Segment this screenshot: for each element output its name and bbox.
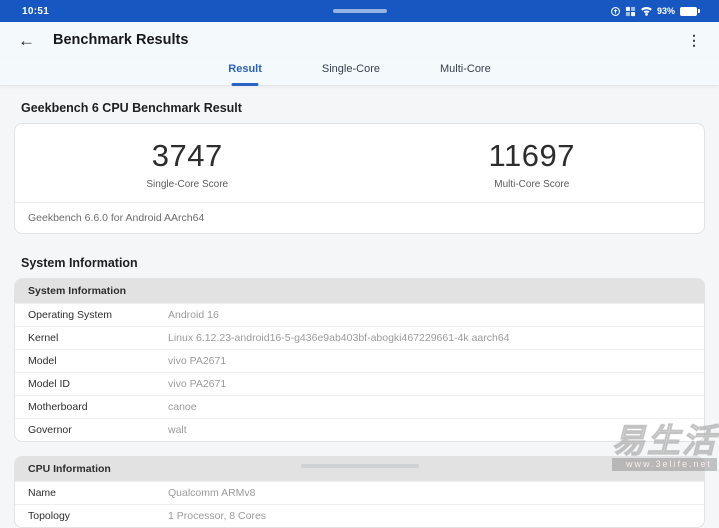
- tab-bar: Result Single-Core Multi-Core: [0, 58, 719, 86]
- page-title: Benchmark Results: [53, 32, 189, 48]
- row-label: Topology: [28, 510, 71, 522]
- system-info-table: System Information Operating System Andr…: [14, 278, 705, 442]
- multi-core-score-label: Multi-Core Score: [494, 179, 570, 190]
- active-tab-underline: [231, 83, 259, 86]
- row-label: Name: [28, 487, 57, 499]
- geekbench-version: Geekbench 6.6.0 for Android AArch64: [15, 202, 704, 233]
- tab-multi-core[interactable]: Multi-Core: [440, 58, 491, 75]
- row-label: Operating System: [28, 309, 113, 321]
- table-row: Model vivo PA2671: [15, 349, 704, 372]
- tab-single-core-label: Single-Core: [321, 63, 380, 75]
- row-label: Model: [28, 355, 57, 367]
- table-row: Operating System Android 16: [15, 303, 704, 326]
- result-section-heading: Geekbench 6 CPU Benchmark Result: [21, 101, 242, 115]
- row-value: vivo PA2671: [168, 378, 227, 390]
- table-row: Topology 1 Processor, 8 Cores: [15, 504, 704, 527]
- row-value: Linux 6.12.23-android16-5-g436e9ab403bf-…: [168, 332, 510, 344]
- overflow-menu-icon[interactable]: ⋮: [687, 32, 701, 49]
- row-value: vivo PA2671: [168, 355, 227, 367]
- system-section-heading: System Information: [21, 256, 138, 270]
- tab-multi-core-label: Multi-Core: [439, 63, 491, 75]
- status-bar: 10:51 93%: [0, 0, 719, 22]
- tab-result[interactable]: Result: [228, 58, 262, 86]
- row-label: Governor: [28, 424, 72, 436]
- single-core-score-block: 3747 Single-Core Score: [15, 138, 360, 190]
- table-row: Motherboard canoe: [15, 395, 704, 418]
- dual-sim-signal-icon: [625, 6, 636, 17]
- tab-result-label: Result: [228, 63, 262, 75]
- app-header: ← Benchmark Results ⋮: [0, 22, 719, 58]
- table-title: CPU Information: [15, 457, 704, 481]
- battery-percent: 93%: [656, 6, 675, 16]
- battery-icon: [680, 6, 700, 16]
- clock: 10:51: [22, 5, 50, 17]
- row-label: Motherboard: [28, 401, 88, 413]
- row-value: walt: [168, 424, 187, 436]
- table-row: Kernel Linux 6.12.23-android16-5-g436e9a…: [15, 326, 704, 349]
- single-core-score-label: Single-Core Score: [146, 179, 229, 190]
- row-value: Qualcomm ARMv8: [168, 487, 256, 499]
- score-card: 3747 Single-Core Score 11697 Multi-Core …: [14, 123, 705, 234]
- gesture-nav-handle[interactable]: [300, 464, 419, 468]
- row-label: Kernel: [28, 332, 59, 344]
- back-arrow-icon[interactable]: ←: [18, 32, 35, 49]
- table-row: Governor walt: [15, 418, 704, 441]
- tab-single-core[interactable]: Single-Core: [322, 58, 380, 75]
- row-value: 1 Processor, 8 Cores: [168, 510, 267, 522]
- data-saver-icon: [610, 6, 621, 17]
- row-value: canoe: [168, 401, 197, 413]
- single-core-score-value: 3747: [151, 138, 223, 173]
- table-title: System Information: [15, 279, 704, 303]
- row-label: Model ID: [28, 378, 71, 390]
- row-value: Android 16: [168, 309, 219, 321]
- wifi-icon: [640, 6, 653, 16]
- multi-core-score-value: 11697: [488, 138, 575, 173]
- camera-cutout: [332, 9, 387, 13]
- multi-core-score-block: 11697 Multi-Core Score: [360, 138, 705, 190]
- table-row: Name Qualcomm ARMv8: [15, 481, 704, 504]
- table-row: Model ID vivo PA2671: [15, 372, 704, 395]
